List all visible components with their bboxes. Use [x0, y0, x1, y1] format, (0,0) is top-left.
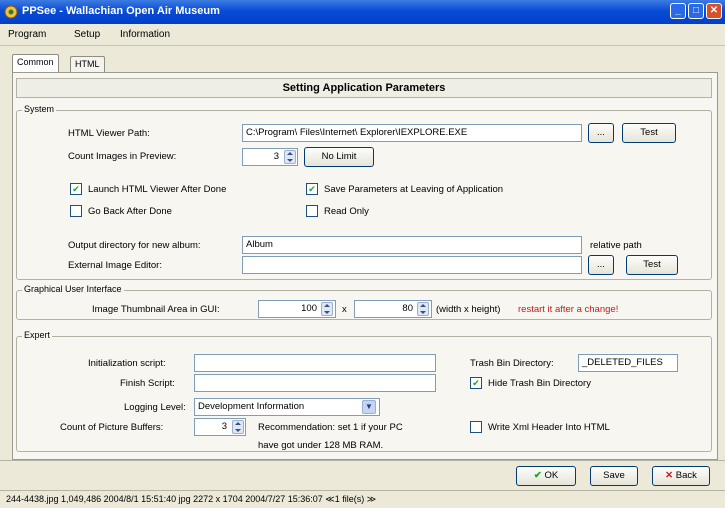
menu-bar: Program Setup Information — [0, 24, 725, 46]
close-button[interactable]: ✕ — [706, 3, 722, 19]
x-icon: ✕ — [665, 470, 674, 481]
title-bar[interactable]: PPSee - Wallachian Open Air Museum _ □ ✕ — [0, 0, 725, 24]
status-bar: 244-4438.jpg 1,049,486 2004/8/1 15:51:40… — [0, 490, 725, 508]
restart-warning: restart it after a change! — [518, 304, 619, 315]
trash-dir-label: Trash Bin Directory: — [470, 358, 554, 369]
launch-viewer-label: Launch HTML Viewer After Done — [88, 184, 227, 195]
count-images-spinner[interactable] — [284, 150, 296, 164]
init-script-label: Initialization script: — [88, 358, 166, 369]
app-window: PPSee - Wallachian Open Air Museum _ □ ✕… — [0, 0, 725, 508]
logging-level-select[interactable]: Development Information — [194, 398, 380, 416]
bottom-separator — [0, 460, 725, 461]
window-title: PPSee - Wallachian Open Air Museum — [22, 5, 220, 17]
thumb-height-spinner[interactable] — [417, 302, 429, 316]
ok-label: OK — [544, 470, 559, 481]
no-limit-button[interactable]: No Limit — [304, 147, 374, 167]
gui-legend: Graphical User Interface — [22, 284, 124, 294]
go-back-checkbox[interactable] — [70, 205, 82, 217]
editor-test-button[interactable]: Test — [626, 255, 678, 275]
ext-editor-input[interactable] — [242, 256, 582, 274]
tab-html[interactable]: HTML — [70, 56, 105, 72]
thumb-area-label: Image Thumbnail Area in GUI: — [92, 304, 220, 315]
recommendation-line1: Recommendation: set 1 if your PC — [258, 422, 403, 433]
finish-script-label: Finish Script: — [120, 378, 175, 389]
editor-browse-button[interactable]: ... — [588, 255, 614, 275]
hide-trash-checkbox[interactable]: ✔ — [470, 377, 482, 389]
launch-viewer-checkbox[interactable]: ✔ — [70, 183, 82, 195]
menu-information[interactable]: Information — [120, 29, 170, 40]
viewer-path-input[interactable]: C:\Program\ Files\Internet\ Explorer\IEX… — [242, 124, 582, 142]
maximize-button[interactable]: □ — [688, 3, 704, 19]
viewer-test-button[interactable]: Test — [622, 123, 676, 143]
hide-trash-label: Hide Trash Bin Directory — [488, 378, 591, 389]
tab-row: Common HTML — [0, 46, 725, 73]
save-params-label: Save Parameters at Leaving of Applicatio… — [324, 184, 504, 195]
viewer-path-label: HTML Viewer Path: — [68, 128, 150, 139]
expert-legend: Expert — [22, 330, 53, 340]
read-only-checkbox[interactable] — [306, 205, 318, 217]
back-button[interactable]: ✕ Back — [652, 466, 710, 486]
write-xml-checkbox[interactable] — [470, 421, 482, 433]
page-title: Setting Application Parameters — [16, 78, 712, 98]
tab-common[interactable]: Common — [12, 54, 59, 73]
write-xml-label: Write Xml Header Into HTML — [488, 422, 610, 433]
read-only-label: Read Only — [324, 206, 369, 217]
go-back-label: Go Back After Done — [88, 206, 172, 217]
recommendation-line2: have got under 128 MB RAM. — [258, 440, 384, 451]
ext-editor-label: External Image Editor: — [68, 260, 162, 271]
viewer-browse-button[interactable]: ... — [588, 123, 614, 143]
relative-path-label: relative path — [590, 240, 642, 251]
minimize-button[interactable]: _ — [670, 3, 686, 19]
trash-dir-input[interactable]: _DELETED_FILES — [578, 354, 678, 372]
ok-button[interactable]: ✔ OK — [516, 466, 576, 486]
picture-buffers-spinner[interactable] — [232, 420, 244, 434]
output-dir-label: Output directory for new album: — [68, 240, 201, 251]
save-params-checkbox[interactable]: ✔ — [306, 183, 318, 195]
menu-setup[interactable]: Setup — [74, 29, 100, 40]
output-dir-input[interactable]: Album — [242, 236, 582, 254]
picture-buffers-label: Count of Picture Buffers: — [60, 422, 164, 433]
times-label: x — [342, 304, 347, 315]
check-icon: ✔ — [533, 470, 542, 481]
finish-script-input[interactable] — [194, 374, 436, 392]
save-button[interactable]: Save — [590, 466, 638, 486]
system-legend: System — [22, 104, 57, 114]
app-icon — [4, 5, 18, 19]
init-script-input[interactable] — [194, 354, 436, 372]
thumb-width-spinner[interactable] — [321, 302, 333, 316]
chevron-down-icon[interactable]: ▼ — [362, 400, 376, 414]
width-height-label: (width x height) — [436, 304, 501, 315]
back-label: Back — [675, 470, 697, 481]
count-images-label: Count Images in Preview: — [68, 151, 177, 162]
logging-level-label: Logging Level: — [124, 402, 186, 413]
menu-program[interactable]: Program — [8, 29, 46, 40]
